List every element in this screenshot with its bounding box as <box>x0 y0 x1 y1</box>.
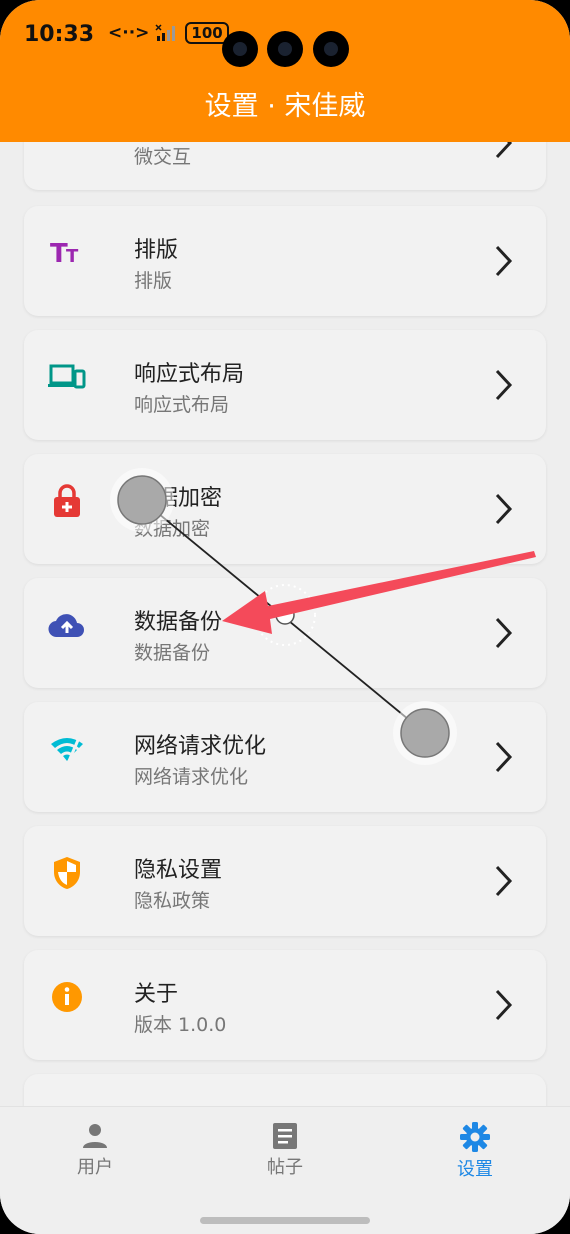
settings-item-network-optimization[interactable]: 网络请求优化 网络请求优化 <box>24 702 546 812</box>
article-icon <box>273 1123 297 1149</box>
tab-label: 用户 <box>77 1157 113 1178</box>
tab-posts[interactable]: 帖子 <box>225 1121 345 1179</box>
gear-icon <box>460 1122 490 1152</box>
settings-item-sub: 版本 1.0.0 <box>134 1014 227 1036</box>
settings-item-sub: 隐私政策 <box>134 890 211 912</box>
settings-item-label: 数据加密 <box>134 486 223 511</box>
settings-item-data-backup[interactable]: 数据备份 数据备份 <box>24 578 546 688</box>
settings-item-responsive-layout[interactable]: 响应式布局 响应式布局 <box>24 330 546 440</box>
screen: 微交互 TT 排版 排版 响应式布局 响应式布局 数据加密 数据加密 数据备份 … <box>0 0 570 1234</box>
settings-item-label: 响应式布局 <box>134 362 245 387</box>
svg-text:T: T <box>66 246 79 267</box>
settings-item-sub: 响应式布局 <box>134 394 230 416</box>
tab-label: 帖子 <box>267 1157 303 1178</box>
chevron-right-icon <box>495 617 513 649</box>
tab-settings[interactable]: 设置 <box>415 1121 535 1181</box>
camera-cutout <box>222 31 258 67</box>
status-bar: 10:33 <··> 100 <box>0 14 570 67</box>
status-icons: <··> 100 <box>108 22 229 44</box>
chevron-right-icon <box>495 493 513 525</box>
status-time: 10:33 <box>24 22 95 47</box>
settings-item-label: 隐私设置 <box>134 858 223 883</box>
settings-item-label: 网络请求优化 <box>134 734 267 759</box>
bottom-navigation: 用户 帖子 设置 <box>0 1106 570 1234</box>
chevron-right-icon <box>495 741 513 773</box>
settings-item-data-encryption[interactable]: 数据加密 数据加密 <box>24 454 546 564</box>
chevron-right-icon <box>495 989 513 1021</box>
network-indicator: <··> <box>108 23 150 43</box>
settings-item-sub: 微交互 <box>134 146 192 168</box>
settings-item-label: 数据备份 <box>134 610 223 635</box>
signal-icon <box>155 24 176 41</box>
settings-item-sub: 数据加密 <box>134 518 211 540</box>
home-indicator <box>200 1217 370 1224</box>
camera-cutout <box>313 31 349 67</box>
shield-icon <box>48 854 86 892</box>
lock-icon <box>48 482 86 520</box>
tab-label: 设置 <box>457 1159 493 1180</box>
cloud-upload-icon <box>48 606 86 644</box>
app-header: 10:33 <··> 100 设置 · 宋佳威 <box>0 0 570 142</box>
tab-users[interactable]: 用户 <box>35 1121 155 1179</box>
battery-indicator: 100 <box>185 22 229 44</box>
typography-icon: TT <box>48 234 86 272</box>
settings-item-sub: 网络请求优化 <box>134 766 249 788</box>
chevron-right-icon <box>495 245 513 277</box>
settings-item-label: 排版 <box>134 238 179 263</box>
settings-item-typography[interactable]: TT 排版 排版 <box>24 206 546 316</box>
info-icon <box>48 978 86 1016</box>
devices-icon <box>48 358 86 396</box>
person-icon <box>83 1124 107 1148</box>
settings-item-sub: 排版 <box>134 270 173 292</box>
chevron-right-icon <box>495 865 513 897</box>
settings-item-sub: 数据备份 <box>134 642 211 664</box>
settings-item-about[interactable]: 关于 版本 1.0.0 <box>24 950 546 1060</box>
page-title: 设置 · 宋佳威 <box>204 91 366 122</box>
wifi-icon <box>48 730 86 768</box>
chevron-right-icon <box>495 369 513 401</box>
settings-item-privacy[interactable]: 隐私设置 隐私政策 <box>24 826 546 936</box>
camera-cutout <box>267 31 303 67</box>
settings-item-label: 关于 <box>134 982 179 1007</box>
